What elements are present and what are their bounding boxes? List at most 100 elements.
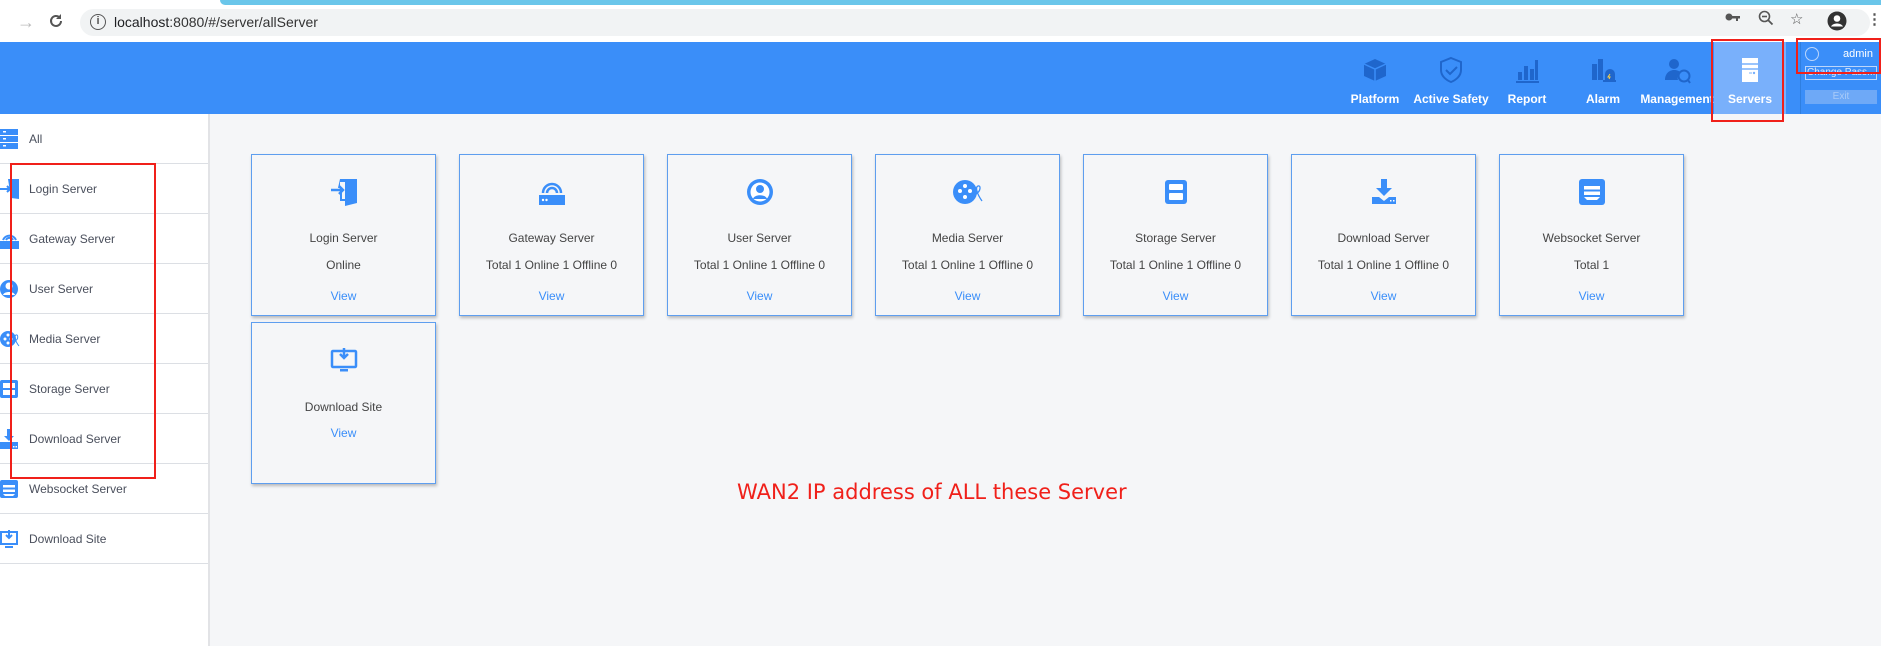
- key-icon[interactable]: [1725, 10, 1741, 27]
- view-link[interactable]: View: [252, 426, 435, 440]
- nav-label: Active Safety: [1413, 92, 1489, 106]
- download-tray-icon: [1371, 179, 1396, 204]
- card-status: Total 1: [1573, 258, 1610, 272]
- nav-alarm[interactable]: Alarm: [1565, 42, 1641, 114]
- card-title: User Server: [727, 231, 792, 245]
- view-link[interactable]: View: [668, 289, 851, 303]
- back-arrow-icon[interactable]: →: [16, 12, 36, 32]
- zoom-out-icon[interactable]: [1758, 10, 1774, 30]
- sidebar-item-label: Login Server: [29, 182, 98, 196]
- user-panel: admin Change Pass... Exit: [1800, 42, 1881, 114]
- login-door-icon: [330, 179, 357, 206]
- nav-report[interactable]: Report: [1489, 42, 1565, 114]
- sidebar-item-download-server[interactable]: Download Server: [0, 414, 208, 464]
- nav-label: Servers: [1727, 92, 1773, 106]
- username: admin: [1843, 48, 1873, 60]
- router-icon: [0, 234, 19, 249]
- user-gauge-icon: [1665, 59, 1691, 84]
- sidebar-item-label: Gateway Server: [29, 232, 116, 246]
- sidebar-item-label: User Server: [29, 282, 94, 296]
- card-title: Websocket Server: [1542, 231, 1641, 245]
- floppy-icon: [1164, 180, 1187, 204]
- router-icon: [538, 182, 565, 205]
- card-status: Total 1 Online 1 Offline 0: [1317, 258, 1450, 272]
- floppy-icon: [0, 380, 18, 398]
- nav-label: Alarm: [1585, 92, 1620, 106]
- nav-label: Platform: [1350, 92, 1400, 106]
- view-link[interactable]: View: [252, 289, 435, 303]
- info-icon[interactable]: i: [90, 14, 106, 30]
- nav-active-safety[interactable]: Active Safety: [1413, 42, 1489, 114]
- server-card-download: Download Server Total 1 Online 1 Offline…: [1291, 154, 1476, 316]
- card-status: Total 1 Online 1 Offline 0: [693, 258, 826, 272]
- url-text[interactable]: localhost:8080/#/server/allServer: [114, 14, 318, 30]
- sidebar-item-gateway-server[interactable]: Gateway Server: [0, 214, 208, 264]
- sidebar-item-media-server[interactable]: Media Server: [0, 314, 208, 364]
- url-host: localhost: [114, 14, 170, 30]
- card-status: Total 1 Online 1 Offline 0: [901, 258, 1034, 272]
- view-link[interactable]: View: [1084, 289, 1267, 303]
- login-door-icon: [0, 179, 19, 199]
- sidebar-item-download-site[interactable]: Download Site: [0, 514, 208, 564]
- star-icon[interactable]: ☆: [1790, 10, 1803, 28]
- card-status: Online: [326, 258, 361, 272]
- card-title: Gateway Server: [508, 231, 595, 245]
- monitor-download-icon: [0, 530, 18, 548]
- sidebar: All Login Server Gateway Server User Ser…: [0, 114, 210, 646]
- nav-servers[interactable]: Servers: [1714, 42, 1786, 114]
- card-title: Storage Server: [1135, 231, 1216, 245]
- annotation-text: WAN2 IP address of ALL these Server: [737, 480, 1127, 504]
- exit-button[interactable]: Exit: [1805, 90, 1877, 104]
- sidebar-item-storage-server[interactable]: Storage Server: [0, 364, 208, 414]
- websocket-icon: [0, 480, 18, 498]
- server-card-download-site: Download Site View: [251, 322, 436, 484]
- sidebar-item-label: Download Site: [29, 532, 107, 546]
- sidebar-item-label: Websocket Server: [29, 482, 127, 496]
- user-avatar-icon: [1805, 47, 1819, 61]
- card-title: Login Server: [309, 231, 378, 245]
- view-link[interactable]: View: [460, 289, 643, 303]
- sidebar-item-label: Storage Server: [29, 382, 110, 396]
- profile-icon[interactable]: [1827, 11, 1847, 35]
- card-status: Total 1 Online 1 Offline 0: [485, 258, 618, 272]
- server-card-user: User Server Total 1 Online 1 Offline 0 V…: [667, 154, 852, 316]
- nav-label: Report: [1507, 92, 1547, 106]
- address-bar[interactable]: i localhost:8080/#/server/allServer: [80, 9, 1870, 36]
- card-title: Media Server: [931, 231, 1004, 245]
- card-title: Download Site: [304, 400, 383, 414]
- view-link[interactable]: View: [876, 289, 1059, 303]
- film-reel-icon: [0, 331, 20, 347]
- menu-dots-icon[interactable]: ⋮: [1867, 10, 1881, 28]
- sidebar-item-all[interactable]: All: [0, 114, 208, 164]
- sidebar-item-label: Download Server: [29, 432, 122, 446]
- server-card-storage: Storage Server Total 1 Online 1 Offline …: [1083, 154, 1268, 316]
- websocket-icon: [1578, 179, 1605, 205]
- server-card-gateway: Gateway Server Total 1 Online 1 Offline …: [459, 154, 644, 316]
- browser-toolbar: → i localhost:8080/#/server/allServer ☆ …: [0, 0, 1881, 42]
- sidebar-item-label: All: [29, 132, 43, 146]
- nav-label: Management: [1640, 92, 1714, 106]
- reload-icon[interactable]: [46, 12, 66, 32]
- sidebar-item-login-server[interactable]: Login Server: [0, 164, 208, 214]
- sidebar-item-user-server[interactable]: User Server: [0, 264, 208, 314]
- card-status: Total 1 Online 1 Offline 0: [1109, 258, 1242, 272]
- nav-management[interactable]: Management: [1637, 42, 1717, 114]
- view-link[interactable]: View: [1292, 289, 1475, 303]
- sidebar-item-websocket-server[interactable]: Websocket Server: [0, 464, 208, 514]
- alarm-siren-icon: [1592, 59, 1616, 82]
- user-circle-icon: [0, 280, 18, 298]
- view-link[interactable]: View: [1500, 289, 1683, 303]
- change-password-button[interactable]: Change Pass...: [1805, 66, 1877, 80]
- nav-platform[interactable]: Platform: [1337, 42, 1413, 114]
- top-navigation: Platform Active Safety Report Alarm Mana…: [0, 42, 1881, 114]
- active-tab-stripe: [220, 0, 1881, 5]
- server-card-websocket: Websocket Server Total 1 View: [1499, 154, 1684, 316]
- server-icon: [1742, 58, 1758, 82]
- card-title: Download Server: [1337, 231, 1430, 245]
- url-path: :8080/#/server/allServer: [169, 14, 318, 30]
- all-servers-icon: [0, 129, 18, 149]
- server-card-login: Login Server Online View: [251, 154, 436, 316]
- shield-check-icon: [1440, 56, 1462, 84]
- sidebar-item-label: Media Server: [29, 332, 101, 346]
- download-tray-icon: [0, 429, 18, 449]
